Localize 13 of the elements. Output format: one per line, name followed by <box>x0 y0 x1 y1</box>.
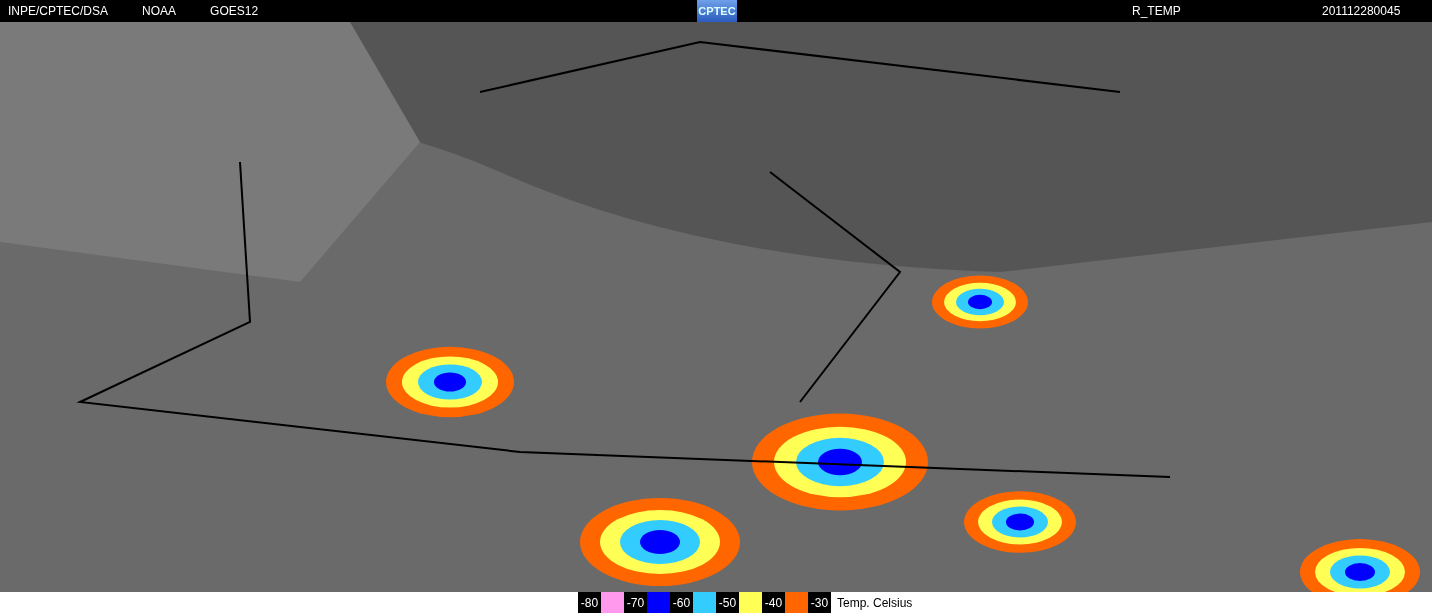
logo: CPTEC <box>697 0 737 22</box>
timestamp: 201112280045 <box>1322 4 1401 18</box>
legend-label: -50 <box>716 592 739 613</box>
legend-label: -60 <box>670 592 693 613</box>
legend-label: -30 <box>808 592 831 613</box>
legend-label: -40 <box>762 592 785 613</box>
product-label: R_TEMP <box>1132 4 1181 18</box>
header-label: GOES12 <box>210 4 259 18</box>
legend-unit: Temp. Celsius <box>836 594 913 612</box>
header-label: INPE/CPTEC/DSA <box>8 4 109 18</box>
header-label: NOAA <box>142 4 177 18</box>
legend-label: -70 <box>624 592 647 613</box>
legend-label: -80 <box>578 592 601 613</box>
